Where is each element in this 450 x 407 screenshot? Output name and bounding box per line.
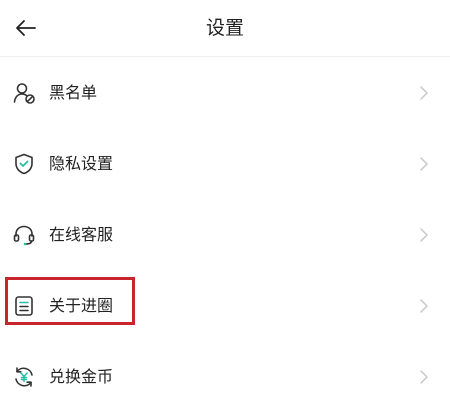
chevron-right-icon [420,370,428,384]
chevron-right-icon [420,299,428,313]
menu-item-label: 在线客服 [49,225,114,244]
header-divider [0,56,450,57]
menu-item-privacy[interactable]: 隐私设置 [0,134,450,194]
document-icon [15,296,33,316]
menu-item-label: 黑名单 [49,83,98,102]
page-title: 设置 [205,17,244,39]
shield-check-icon [15,153,33,175]
menu-item-label: 隐私设置 [49,154,114,173]
menu-item-blacklist[interactable]: 黑名单 [0,63,450,123]
headset-icon [13,225,35,246]
yuan-exchange-icon [15,367,33,387]
chevron-right-icon [420,157,428,171]
menu-item-label: 关于进圈 [49,296,114,315]
menu-item-customer-service[interactable]: 在线客服 [0,205,450,265]
menu-item-about[interactable]: 关于进圈 [0,276,450,336]
chevron-right-icon [420,228,428,242]
header-bar: 设置 [0,0,450,56]
menu-item-label: 兑换金币 [49,367,114,386]
user-block-icon [13,83,35,104]
chevron-right-icon [420,86,428,100]
menu-item-exchange-coins[interactable]: 兑换金币 [0,347,450,407]
